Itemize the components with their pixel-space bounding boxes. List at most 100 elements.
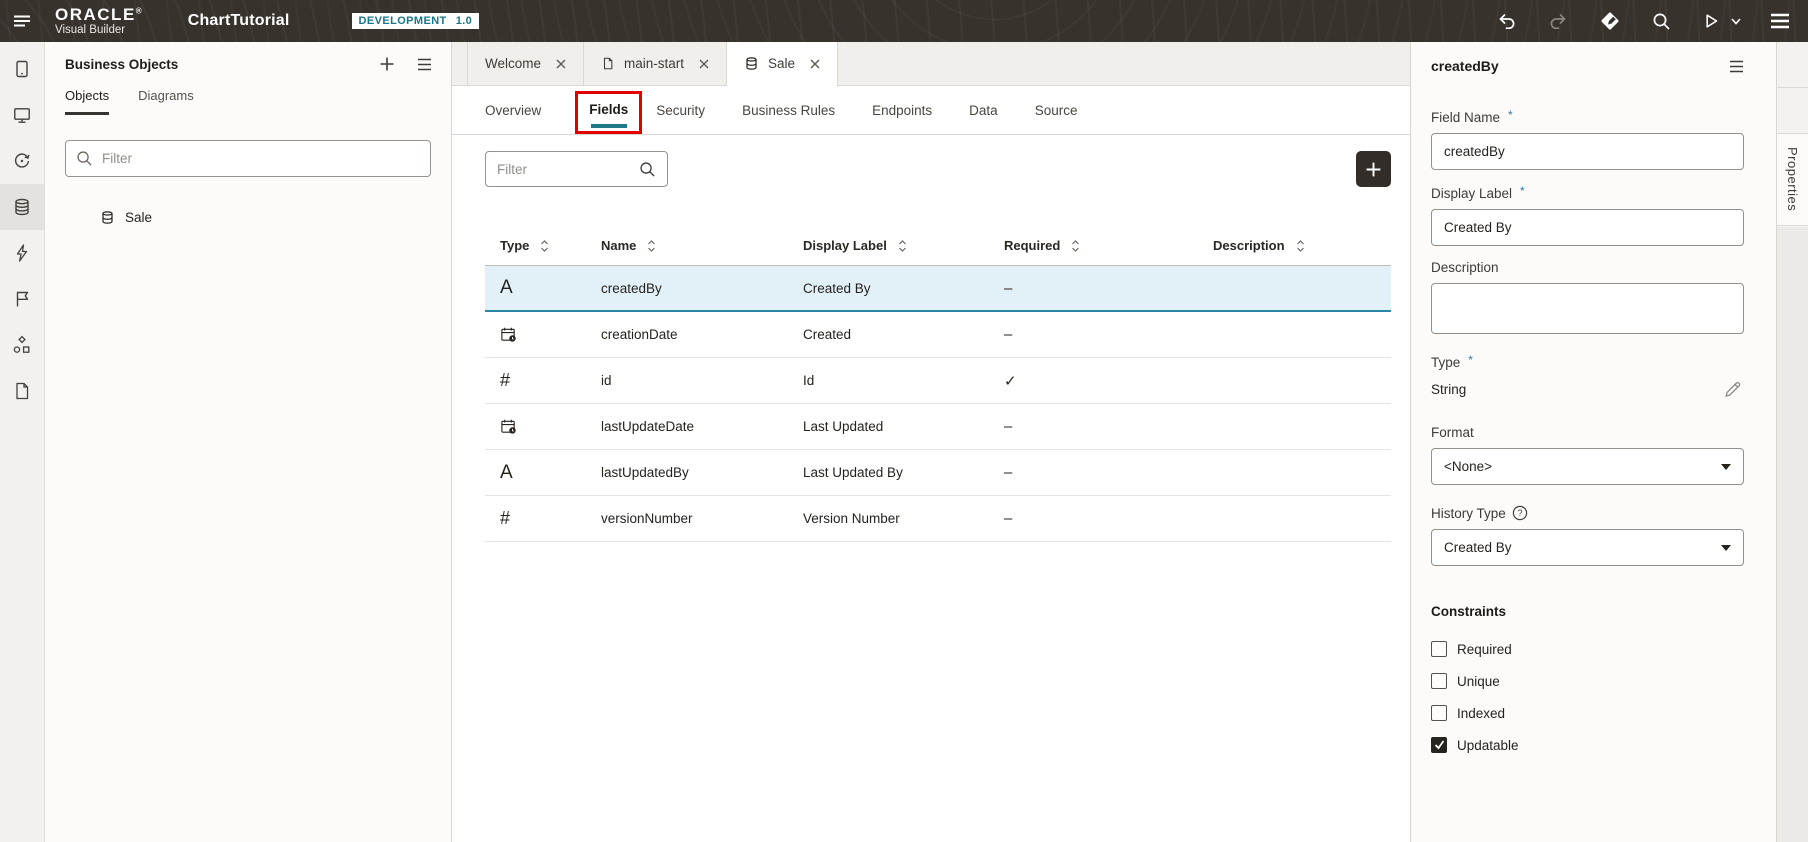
close-icon xyxy=(556,59,566,69)
fields-filter-input[interactable] xyxy=(497,162,631,177)
tab-welcome[interactable]: Welcome xyxy=(467,42,583,85)
properties-panel: createdBy Field Name* Display Label* Des… xyxy=(1410,42,1776,842)
edit-type-button[interactable] xyxy=(1723,380,1742,399)
format-select[interactable]: <None> xyxy=(1431,448,1744,485)
table-row[interactable]: lastUpdateDate Last Updated – xyxy=(485,404,1391,450)
object-list-item-sale[interactable]: Sale xyxy=(45,202,451,232)
checkbox-label: Required xyxy=(1457,642,1512,657)
type-label: Type* xyxy=(1431,355,1744,370)
field-name-input[interactable] xyxy=(1431,133,1744,170)
rail-item-dependencies[interactable] xyxy=(0,322,44,368)
tab-source[interactable]: Source xyxy=(1035,103,1078,118)
history-type-value: Created By xyxy=(1444,540,1512,555)
tab-endpoints[interactable]: Endpoints xyxy=(872,103,932,118)
description-input[interactable] xyxy=(1431,283,1744,334)
column-header-name[interactable]: Name xyxy=(586,238,788,253)
dock-strip-lower xyxy=(1777,227,1808,842)
dropdown-caret-icon xyxy=(1721,464,1731,470)
checkbox-required[interactable]: Required xyxy=(1431,641,1744,657)
play-icon xyxy=(1701,11,1721,31)
checkbox-label: Unique xyxy=(1457,674,1500,689)
properties-menu-button[interactable] xyxy=(1729,60,1744,73)
tab-sale[interactable]: Sale xyxy=(726,42,838,85)
objects-filter-input[interactable] xyxy=(102,151,420,166)
search-button[interactable] xyxy=(1651,11,1672,32)
sort-icon[interactable] xyxy=(539,239,550,253)
number-type-icon: # xyxy=(485,508,586,529)
tab-business-rules[interactable]: Business Rules xyxy=(742,103,835,118)
tab-objects[interactable]: Objects xyxy=(65,88,109,115)
sort-icon[interactable] xyxy=(1295,239,1306,253)
global-menu-button[interactable] xyxy=(0,11,45,31)
database-icon xyxy=(100,210,115,225)
required-asterisk: * xyxy=(1520,184,1525,198)
column-header-type[interactable]: Type xyxy=(485,238,586,253)
table-row[interactable]: # id Id ✓ xyxy=(485,358,1391,404)
redo-button[interactable] xyxy=(1547,10,1569,32)
tab-properties-vertical[interactable]: Properties xyxy=(1777,133,1808,226)
display-label-input[interactable] xyxy=(1431,209,1744,246)
rail-item-mobile-apps[interactable] xyxy=(0,46,44,92)
checkbox-unique[interactable]: Unique xyxy=(1431,673,1744,689)
field-name-cell: id xyxy=(586,373,788,388)
close-tab-button[interactable] xyxy=(810,59,820,69)
rail-item-source[interactable] xyxy=(0,368,44,414)
publish-changes-button[interactable] xyxy=(1598,9,1622,33)
display-label-cell: Created xyxy=(788,327,989,342)
checkbox-updatable[interactable]: Updatable xyxy=(1431,737,1744,753)
add-field-button[interactable] xyxy=(1356,151,1391,187)
rail-item-service-connections[interactable] xyxy=(0,138,44,184)
column-header-display-label[interactable]: Display Label xyxy=(788,238,989,253)
checkbox-label: Indexed xyxy=(1457,706,1505,721)
header-menu-button[interactable] xyxy=(1770,13,1790,29)
column-header-required[interactable]: Required xyxy=(989,238,1198,253)
table-row[interactable]: # versionNumber Version Number – xyxy=(485,496,1391,542)
type-value: String xyxy=(1431,382,1466,397)
sort-icon[interactable] xyxy=(1070,239,1081,253)
rail-item-web-apps[interactable] xyxy=(0,92,44,138)
environment-label: DEVELOPMENT xyxy=(359,15,447,27)
column-header-description[interactable]: Description xyxy=(1198,238,1391,253)
rail-item-components[interactable] xyxy=(0,276,44,322)
fields-filter xyxy=(485,151,668,187)
help-icon[interactable]: ? xyxy=(1512,505,1528,521)
undo-button[interactable] xyxy=(1496,10,1518,32)
tab-data[interactable]: Data xyxy=(969,103,998,118)
tab-diagrams[interactable]: Diagrams xyxy=(138,88,194,115)
close-icon xyxy=(699,59,709,69)
display-label-label: Display Label* xyxy=(1431,186,1744,201)
checkbox-indexed[interactable]: Indexed xyxy=(1431,705,1744,721)
rail-item-business-objects[interactable] xyxy=(0,184,44,230)
add-business-object-button[interactable] xyxy=(379,56,395,72)
close-tab-button[interactable] xyxy=(699,59,709,69)
page-icon xyxy=(601,56,615,71)
tab-fields[interactable]: Fields xyxy=(589,102,628,117)
service-connections-icon xyxy=(12,151,32,171)
oracle-logo: ORACLE® Visual Builder xyxy=(55,6,142,37)
search-icon xyxy=(639,161,656,178)
table-row[interactable]: creationDate Created – xyxy=(485,312,1391,358)
sort-icon[interactable] xyxy=(897,239,908,253)
panel-menu-button[interactable] xyxy=(417,58,432,71)
sort-icon[interactable] xyxy=(646,239,657,253)
display-label-cell: Created By xyxy=(788,281,989,296)
checkbox-checked-icon xyxy=(1431,737,1447,753)
table-row[interactable]: A createdBy Created By – xyxy=(485,266,1391,312)
chevron-down-icon xyxy=(1731,18,1741,25)
app-title: ChartTutorial xyxy=(188,12,290,30)
tab-security[interactable]: Security xyxy=(656,103,705,118)
field-name-label: Field Name* xyxy=(1431,110,1744,125)
checkbox-unchecked-icon xyxy=(1431,673,1447,689)
table-row[interactable]: A lastUpdatedBy Last Updated By – xyxy=(485,450,1391,496)
properties-title: createdBy xyxy=(1431,58,1499,74)
close-tab-button[interactable] xyxy=(556,59,566,69)
tab-overview[interactable]: Overview xyxy=(485,103,541,118)
required-cell: – xyxy=(989,280,1198,297)
run-app-button[interactable] xyxy=(1701,11,1741,31)
tab-main-start[interactable]: main-start xyxy=(583,42,726,85)
close-icon xyxy=(810,59,820,69)
history-type-select[interactable]: Created By xyxy=(1431,529,1744,566)
hamburger-icon xyxy=(417,58,432,71)
rail-item-action-chains[interactable] xyxy=(0,230,44,276)
right-dock-strip: Properties xyxy=(1776,42,1808,842)
